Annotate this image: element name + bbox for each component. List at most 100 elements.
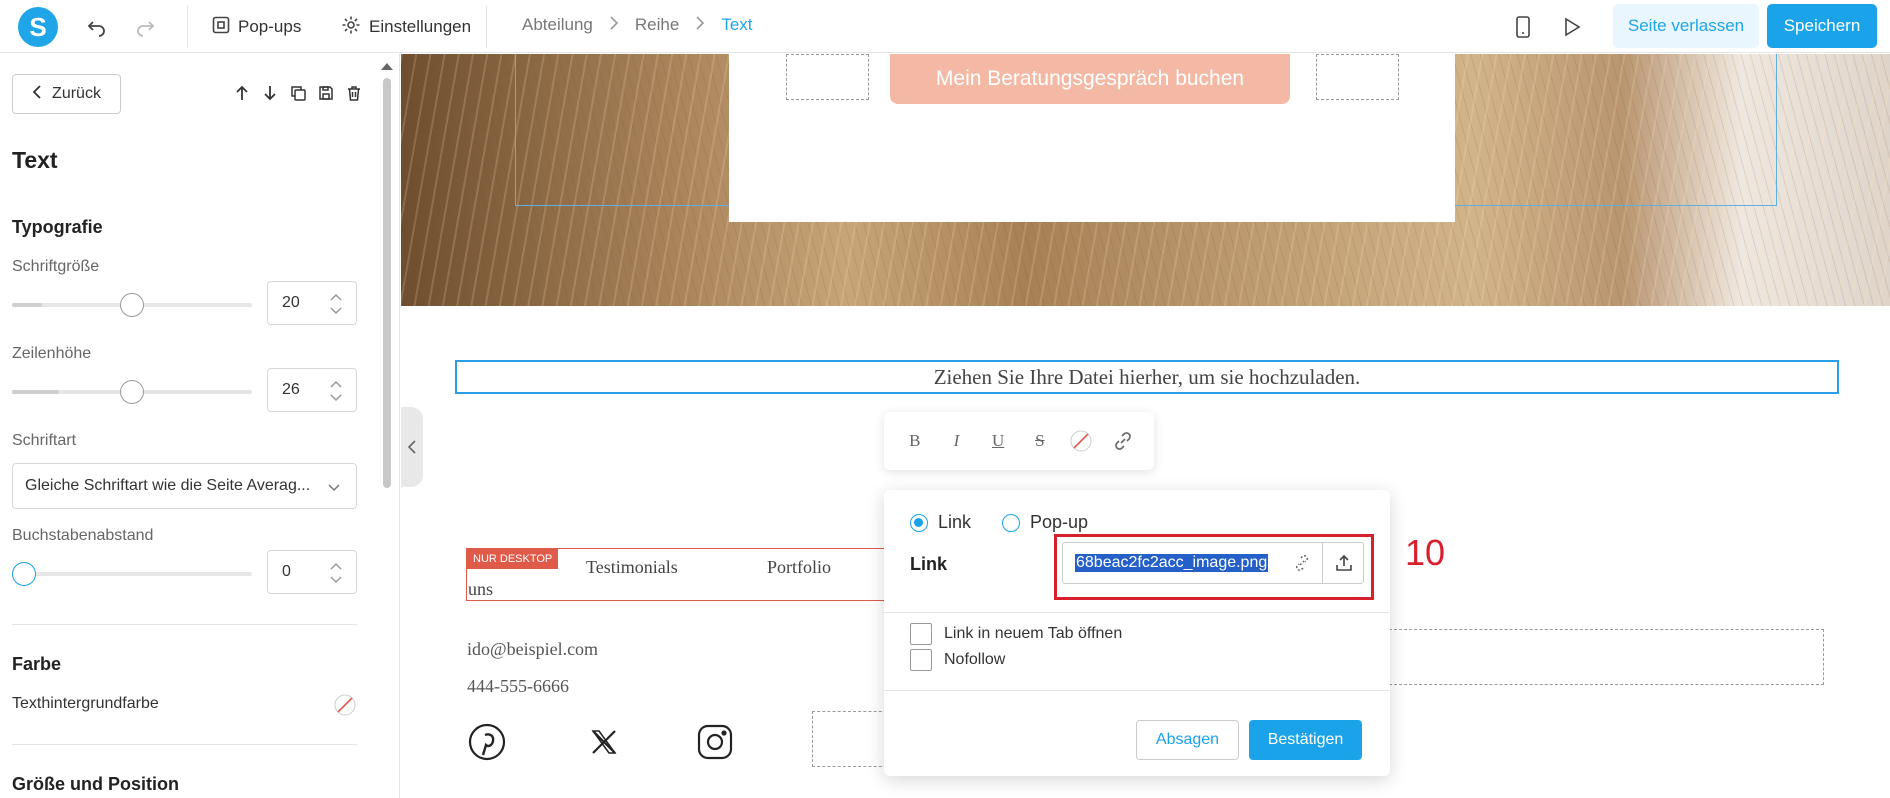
empty-placeholder[interactable] bbox=[1316, 54, 1399, 100]
save-button[interactable]: Speichern bbox=[1767, 4, 1877, 48]
font-family-value: Gleiche Schriftart wie die Seite Averag.… bbox=[25, 477, 311, 494]
gear-icon bbox=[341, 15, 361, 40]
save-template-icon[interactable] bbox=[317, 84, 335, 102]
line-height-input[interactable]: 26 bbox=[267, 368, 357, 412]
nav-item-portfolio[interactable]: Portfolio bbox=[767, 557, 831, 578]
nofollow-checkbox[interactable]: Nofollow bbox=[910, 649, 1005, 671]
breadcrumb-item[interactable]: Reihe bbox=[635, 15, 679, 35]
link-field-label: Link bbox=[910, 554, 948, 574]
settings-label: Einstellungen bbox=[369, 17, 472, 36]
text-format-toolbar: B I U S bbox=[884, 412, 1154, 470]
chevron-right-icon bbox=[609, 15, 619, 35]
empty-placeholder[interactable] bbox=[812, 711, 892, 767]
stepper-icon[interactable] bbox=[330, 379, 342, 403]
confirm-button[interactable]: Bestätigen bbox=[1249, 720, 1362, 760]
toolbar-divider bbox=[187, 6, 188, 48]
radio-popup[interactable]: Pop-up bbox=[1002, 512, 1088, 533]
line-height-value: 26 bbox=[282, 381, 300, 398]
play-preview-icon[interactable] bbox=[1559, 14, 1585, 40]
link-icon[interactable] bbox=[1109, 427, 1137, 455]
underline-icon[interactable]: U bbox=[984, 427, 1012, 455]
trash-icon[interactable] bbox=[345, 84, 363, 102]
pinterest-icon[interactable] bbox=[467, 722, 507, 762]
stepper-icon[interactable] bbox=[330, 561, 342, 585]
annotation-step-number: 10 bbox=[1405, 532, 1446, 573]
radio-unselected-icon bbox=[1002, 513, 1020, 532]
open-new-tab-checkbox[interactable]: Link in neuem Tab öffnen bbox=[910, 623, 1122, 645]
x-twitter-icon[interactable] bbox=[584, 722, 624, 762]
back-button[interactable]: Zurück bbox=[12, 74, 121, 114]
upload-icon[interactable] bbox=[1322, 542, 1364, 584]
slider-knob[interactable] bbox=[120, 380, 144, 404]
top-toolbar: S Pop-ups Einstellungen Abteilung Reihe … bbox=[0, 0, 1890, 53]
font-size-label: Schriftgröße bbox=[12, 258, 100, 275]
link-url-value[interactable]: 68beac2fc2acc_image.png bbox=[1075, 554, 1269, 572]
breadcrumb-current[interactable]: Text bbox=[721, 15, 752, 35]
back-label: Zurück bbox=[52, 85, 101, 102]
color-heading: Farbe bbox=[12, 654, 62, 674]
letter-spacing-input[interactable]: 0 bbox=[267, 550, 357, 594]
breadcrumb-item[interactable]: Abteilung bbox=[522, 15, 593, 35]
divider bbox=[12, 744, 357, 745]
link-url-field[interactable]: 68beac2fc2acc_image.png bbox=[1062, 542, 1364, 584]
text-bg-color-label: Texthintergrundfarbe bbox=[12, 695, 159, 712]
checkbox-icon bbox=[910, 623, 932, 645]
font-size-input[interactable]: 20 bbox=[267, 281, 357, 325]
empty-placeholder[interactable] bbox=[786, 54, 869, 100]
bold-icon[interactable]: B bbox=[901, 427, 929, 455]
redo-icon[interactable] bbox=[132, 14, 158, 40]
slider-fill bbox=[12, 303, 42, 307]
popups-label: Pop-ups bbox=[238, 17, 302, 36]
leave-page-button[interactable]: Seite verlassen bbox=[1613, 4, 1759, 48]
font-family-select[interactable]: Gleiche Schriftart wie die Seite Averag.… bbox=[12, 463, 357, 509]
nav-item-about[interactable]: uns bbox=[468, 579, 493, 600]
radio-link-label: Link bbox=[938, 512, 972, 532]
contact-email[interactable]: ido@beispiel.com bbox=[467, 639, 598, 660]
text-color-icon[interactable] bbox=[1067, 427, 1095, 455]
cancel-button[interactable]: Absagen bbox=[1136, 720, 1239, 760]
size-position-heading: Größe und Position bbox=[12, 774, 179, 794]
popup-icon bbox=[212, 16, 230, 39]
collapse-panel-tab[interactable] bbox=[401, 407, 423, 487]
unlink-icon[interactable] bbox=[1281, 542, 1323, 584]
line-height-label: Zeilenhöhe bbox=[12, 345, 92, 362]
font-size-slider[interactable] bbox=[12, 293, 252, 317]
italic-icon[interactable]: I bbox=[942, 427, 970, 455]
divider bbox=[884, 690, 1390, 691]
toolbar-divider bbox=[486, 6, 487, 48]
checkbox-icon bbox=[910, 649, 932, 671]
book-consultation-button[interactable]: Mein Beratungsgespräch buchen bbox=[890, 54, 1290, 104]
slider-knob[interactable] bbox=[120, 293, 144, 317]
desktop-only-badge: NUR DESKTOP bbox=[467, 549, 559, 569]
panel-scrollbar[interactable] bbox=[383, 78, 391, 488]
open-new-tab-label: Link in neuem Tab öffnen bbox=[944, 625, 1123, 642]
nav-item-testimonials[interactable]: Testimonials bbox=[586, 557, 678, 578]
line-height-slider[interactable] bbox=[12, 380, 252, 404]
scroll-up-icon[interactable] bbox=[380, 58, 394, 76]
desktop-nav-menu[interactable]: NUR DESKTOP Testimonials Portfolio uns bbox=[466, 548, 906, 601]
chevron-right-icon bbox=[695, 15, 705, 35]
instagram-icon[interactable] bbox=[695, 722, 735, 762]
letter-spacing-value: 0 bbox=[282, 563, 291, 580]
empty-placeholder[interactable] bbox=[1389, 629, 1824, 685]
slider-knob[interactable] bbox=[12, 562, 36, 586]
nofollow-label: Nofollow bbox=[944, 651, 1006, 668]
contact-phone[interactable]: 444-555-6666 bbox=[467, 676, 569, 697]
undo-icon[interactable] bbox=[84, 14, 110, 40]
upload-text-element[interactable]: Ziehen Sie Ihre Datei hierher, um sie ho… bbox=[455, 360, 1839, 394]
radio-link[interactable]: Link bbox=[910, 512, 971, 533]
move-up-icon[interactable] bbox=[233, 84, 251, 102]
duplicate-icon[interactable] bbox=[289, 84, 307, 102]
app-logo[interactable]: S bbox=[18, 7, 58, 47]
letter-spacing-slider[interactable] bbox=[12, 562, 252, 586]
mobile-preview-icon[interactable] bbox=[1510, 14, 1536, 40]
stepper-icon[interactable] bbox=[330, 292, 342, 316]
hero-content-box[interactable]: Mein Beratungsgespräch buchen bbox=[729, 54, 1455, 222]
no-color-swatch-icon[interactable] bbox=[334, 694, 356, 721]
move-down-icon[interactable] bbox=[261, 84, 279, 102]
strikethrough-icon[interactable]: S bbox=[1026, 427, 1054, 455]
radio-selected-icon bbox=[910, 513, 928, 532]
popups-button[interactable]: Pop-ups bbox=[212, 13, 301, 41]
settings-button[interactable]: Einstellungen bbox=[341, 13, 471, 41]
page-canvas: Mein Beratungsgespräch buchen Ziehen Sie… bbox=[401, 54, 1890, 798]
